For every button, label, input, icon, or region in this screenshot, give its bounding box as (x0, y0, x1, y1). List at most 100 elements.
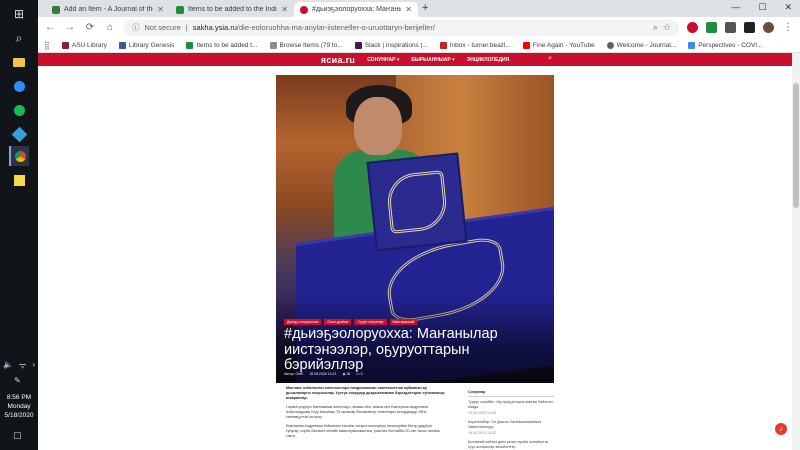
comments-count[interactable]: ▭ 0 (356, 372, 362, 376)
close-icon[interactable]: ✕ (157, 5, 164, 14)
extension-icon[interactable] (744, 22, 755, 33)
bookmark-item[interactable]: ASU Library (61, 41, 107, 49)
article-date: 18.05.2020 14:21 (309, 372, 337, 376)
article-meta: Автор: ОМК 18.05.2020 14:21 ◉ 35 ▭ 0 (284, 372, 363, 376)
chevron-up-icon[interactable]: › (32, 360, 35, 371)
bookmark-favicon (186, 41, 194, 49)
notifications-icon[interactable]: ▢ (13, 430, 22, 441)
sticky-notes-icon[interactable] (9, 170, 29, 190)
url-text[interactable]: sakha.ysia.ru/die-eoloruohha-ma-anylar-i… (193, 23, 648, 32)
bookmark-label: ASU Library (71, 41, 107, 49)
notification-bell-button[interactable]: ♪ (775, 423, 787, 435)
bookmark-favicon (269, 41, 277, 49)
file-explorer-icon[interactable] (9, 52, 29, 72)
nav-item-encyclopedia[interactable]: ЭНЦИКЛОПЕДИЯ (467, 57, 510, 63)
tag[interactable]: Мастарыскай (389, 319, 418, 325)
search-icon[interactable]: ⌕ (548, 55, 552, 63)
bookmark-favicon (606, 41, 614, 49)
bookmark-item[interactable]: Welcome - Journal... (606, 41, 676, 49)
views-value: 35 (346, 372, 351, 376)
tab-title: Items to be added to the Indigen (188, 6, 277, 13)
info-icon[interactable]: ⓘ (132, 22, 140, 33)
tab-title: Add an Item - A Journal of the Plu (64, 6, 153, 13)
scrollbar-thumb[interactable] (793, 83, 799, 208)
bookmark-apps[interactable]: ⣿ (44, 41, 50, 50)
sidebar-news-link[interactable]: Туруус сэрийбэ: «Бу ыраҕастарга аныгын б… (468, 400, 554, 410)
bell-icon: ♪ (779, 425, 783, 433)
bookmark-item[interactable]: Inbox - turner.beazl... (439, 41, 511, 49)
close-window-icon[interactable]: ✕ (784, 2, 792, 13)
window-controls: — ☐ ✕ (731, 2, 792, 13)
forward-icon[interactable]: → (64, 22, 76, 33)
url-path: /die-eoloruohha-ma-anylar-iisteneller-o-… (236, 23, 435, 32)
menu-icon[interactable]: ⋮ (782, 22, 794, 33)
article-hero-image: Дьиэҕэ олоруоххаа Олох-дьаһах Сүрүн сону… (276, 75, 554, 383)
tag[interactable]: Олох-дьаһах (324, 319, 352, 325)
zoom-icon[interactable] (9, 76, 29, 96)
bookmark-label: Slack | inspirations |... (364, 41, 428, 49)
pen-icon[interactable]: ✎ (14, 376, 21, 385)
back-icon[interactable]: ← (44, 22, 56, 33)
address-bar[interactable]: ⓘ Not secure | sakha.ysia.ru/die-eoloruo… (124, 19, 679, 36)
sidebar-news-link[interactable]: Кэриэһээбэр: Ол Дьэгин Хатайыыннаабына Э… (468, 420, 554, 430)
bookmark-item[interactable]: Library Genesis (118, 41, 174, 49)
home-icon[interactable]: ⌂ (104, 22, 116, 33)
bookmark-label: Perspectives - COVI... (698, 41, 763, 49)
reload-icon[interactable]: ⟳ (84, 22, 96, 33)
bookmark-item[interactable]: Browse Items (79 to... (269, 41, 343, 49)
clock[interactable]: 8:56 PM Monday 5/18/2020 (0, 393, 38, 420)
comments-value: 0 (360, 372, 363, 376)
apps-icon: ⣿ (44, 40, 50, 50)
tab-strip: Add an Item - A Journal of the Plu ✕ Ite… (38, 0, 800, 17)
nav-item-projects[interactable]: БЫРЫАННЫАР ▾ (411, 57, 454, 63)
scrollbar[interactable] (792, 53, 800, 450)
bookmark-favicon (688, 41, 696, 49)
maximize-icon[interactable]: ☐ (758, 2, 766, 13)
minimize-icon[interactable]: — (731, 2, 740, 13)
bookmark-item[interactable]: Perspectives - COVI... (688, 41, 763, 49)
news-sidebar: Сонуннар Туруус сэрийбэ: «Бу ыраҕастарга… (468, 390, 554, 450)
browser-toolbar: ← → ⟳ ⌂ ⓘ Not secure | sakha.ysia.ru/die… (38, 17, 800, 38)
bookmark-item[interactable]: Slack | inspirations |... (354, 41, 428, 49)
sidebar-news-link[interactable]: Бытаанай иэбэнэ диһэ ыҥан тэрийэ ыпхайат… (468, 440, 554, 450)
bookmark-favicon (522, 41, 530, 49)
tag[interactable]: Дьиэҕэ олоруоххаа (284, 319, 322, 325)
chrome-icon[interactable] (9, 146, 29, 166)
tab-add-item[interactable]: Add an Item - A Journal of the Plu ✕ (46, 2, 170, 17)
tab-favicon (300, 5, 308, 14)
avatar[interactable] (763, 22, 774, 33)
clock-day: Monday (7, 403, 31, 410)
close-icon[interactable]: ✕ (405, 5, 412, 14)
close-icon[interactable]: ✕ (281, 5, 288, 14)
bookmark-label: Browse Items (79 to... (279, 41, 343, 49)
clock-time: 8:56 PM (6, 394, 32, 401)
article-author[interactable]: Автор: ОМК (284, 372, 303, 376)
nav-item-news[interactable]: СОНУННАР ▾ (367, 57, 399, 63)
bookmark-favicon (61, 41, 69, 49)
bookmark-item[interactable]: Fine Again - YouTube (522, 41, 595, 49)
bookmark-favicon (354, 41, 362, 49)
volume-icon[interactable]: 🔈 (3, 360, 13, 371)
search-icon[interactable]: ⌕ (9, 28, 29, 48)
windows-start-icon[interactable]: ⊞ (9, 4, 29, 24)
spotify-icon[interactable] (9, 100, 29, 120)
extension-icon[interactable] (725, 22, 736, 33)
tab-items-to-add[interactable]: Items to be added to the Indigen ✕ (170, 2, 294, 17)
tab-favicon (176, 5, 184, 14)
wifi-icon[interactable]: ᯤ (19, 360, 26, 371)
windows-taskbar: ⊞ ⌕ 🔈 ᯤ › ✎ 8:56 PM Monday 5/18/2020 ▢ (0, 0, 38, 450)
sidebar-news-date: 19.05.2020 13:45 (468, 411, 496, 415)
article-title: #дьиэҕэолоруохха: Маҥанылар иистэнээлэр,… (284, 326, 498, 373)
clock-date: 5/18/2020 (4, 412, 34, 419)
bookmark-item[interactable]: Items to be added t... (186, 41, 258, 49)
extension-icon[interactable] (687, 22, 698, 33)
search-icon[interactable]: ⌕ (653, 22, 658, 33)
bookmark-star-icon[interactable]: ☆ (663, 22, 671, 33)
app-icon[interactable] (9, 124, 29, 144)
new-tab-button[interactable]: + (422, 2, 428, 14)
extension-icon[interactable] (706, 22, 717, 33)
tag[interactable]: Сүрүн сонуннар (354, 319, 387, 325)
tab-article[interactable]: #дьиэҕэолоруохха: Маҥанылар ✕ (294, 2, 418, 17)
site-logo[interactable]: ясиа.ru (321, 55, 355, 65)
article-paragraph: Екатерина Андреевна бэйэлээхэ таҥаһы тиг… (286, 424, 440, 438)
